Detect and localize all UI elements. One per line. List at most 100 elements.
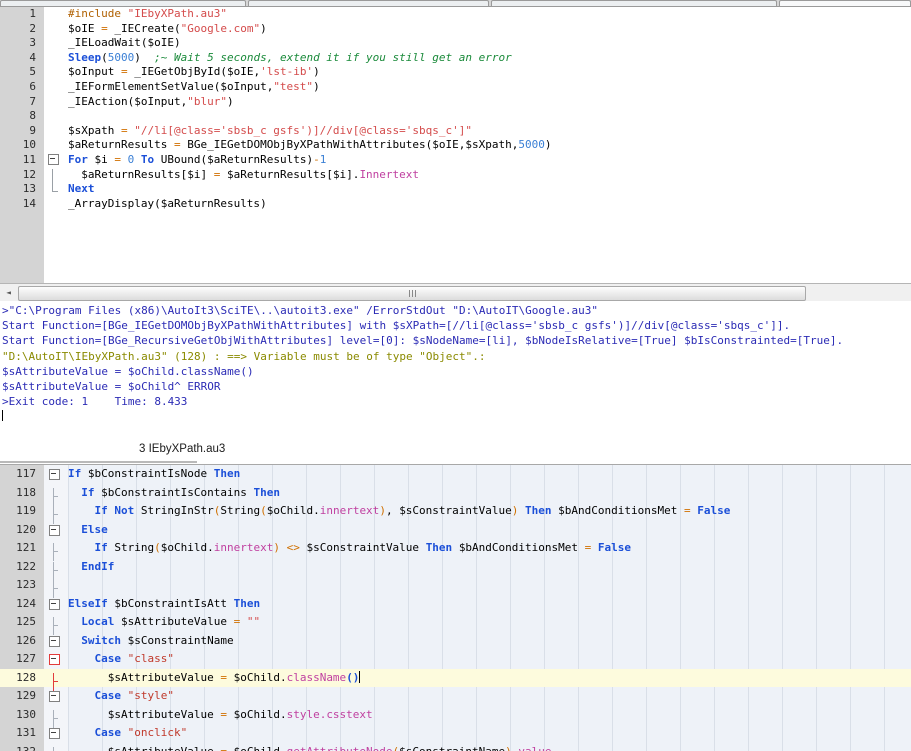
- line-number: 12: [0, 168, 36, 183]
- code-token: =: [114, 153, 127, 166]
- code-text: Sleep(5000) ;~ Wait 5 seconds, extend it…: [68, 51, 512, 66]
- fold-collapse-icon[interactable]: [48, 154, 59, 165]
- code-token: $oIE: [227, 65, 254, 78]
- code-line[interactable]: 127 Case "class": [0, 650, 911, 669]
- code-token: .: [207, 541, 214, 554]
- lower-pane-tab[interactable]: 3 IEbyXPath.au3: [139, 443, 225, 455]
- code-line[interactable]: 124ElseIf $bConstraintIsAtt Then: [0, 595, 911, 614]
- code-token: (): [346, 671, 359, 684]
- code-line[interactable]: 126 Switch $sConstraintName: [0, 632, 911, 651]
- code-line[interactable]: 4Sleep(5000) ;~ Wait 5 seconds, extend i…: [0, 51, 911, 66]
- horizontal-scrollbar[interactable]: ◄: [0, 283, 911, 301]
- code-token: $sConstraintName: [128, 634, 234, 647]
- fold-collapse-icon[interactable]: [49, 691, 60, 702]
- code-line[interactable]: 117If $bConstraintIsNode Then: [0, 465, 911, 484]
- editor-tab-4[interactable]: [779, 0, 911, 6]
- code-token: ElseIf: [68, 597, 114, 610]
- text-caret: [359, 671, 360, 683]
- code-line[interactable]: 6_IEFormElementSetValue($oInput,"test"): [0, 80, 911, 95]
- code-line[interactable]: 120 Else: [0, 521, 911, 540]
- fold-collapse-icon[interactable]: [49, 469, 60, 480]
- code-token: =: [585, 541, 598, 554]
- code-line[interactable]: 8: [0, 109, 911, 124]
- line-number: 7: [0, 95, 36, 110]
- code-line[interactable]: 121 If String($oChild.innertext) <> $sCo…: [0, 539, 911, 558]
- fold-collapse-icon[interactable]: [49, 636, 60, 647]
- code-line[interactable]: 130 $sAttributeValue = $oChild.style.css…: [0, 706, 911, 725]
- code-content-bottom[interactable]: 117If $bConstraintIsNode Then118 If $bCo…: [0, 465, 911, 751]
- code-line[interactable]: 7_IEAction($oInput,"blur"): [0, 95, 911, 110]
- code-line[interactable]: 125 Local $sAttributeValue = "": [0, 613, 911, 632]
- code-text: _IELoadWait($oIE): [68, 36, 181, 51]
- fold-collapse-icon[interactable]: [49, 728, 60, 739]
- code-token: ): [313, 65, 320, 78]
- code-token: $i: [333, 168, 346, 181]
- line-number: 119: [0, 502, 36, 521]
- code-token: [68, 726, 95, 739]
- code-line[interactable]: 1#include "IEbyXPath.au3": [0, 7, 911, 22]
- code-token: _IELoadWait: [68, 36, 141, 49]
- code-line[interactable]: 9$sXpath = "//li[@class='sbsb_c gsfs')]/…: [0, 124, 911, 139]
- code-text: $aReturnResults = BGe_IEGetDOMObjByXPath…: [68, 138, 552, 153]
- code-line[interactable]: 122 EndIf: [0, 558, 911, 577]
- code-line[interactable]: 13Next: [0, 182, 911, 197]
- code-token: EndIf: [81, 560, 114, 573]
- code-line[interactable]: 128 $sAttributeValue = $oChild.className…: [0, 669, 911, 688]
- code-line[interactable]: 11For $i = 0 To UBound($aReturnResults)-…: [0, 153, 911, 168]
- top-tab-strip[interactable]: [0, 0, 911, 7]
- code-line[interactable]: 131 Case "onclick": [0, 724, 911, 743]
- code-token: Then: [525, 504, 558, 517]
- editor-tab-3[interactable]: [491, 0, 777, 6]
- console-line: $sAttributeValue = $oChild.className(): [0, 364, 911, 379]
- code-text: EndIf: [68, 558, 114, 577]
- code-token: _IEGetObjById: [134, 65, 220, 78]
- code-token: "test": [273, 80, 313, 93]
- code-token: [68, 541, 95, 554]
- code-token: "//li[@class='sbsb_c gsfs')]//div[@class…: [134, 124, 472, 137]
- code-line[interactable]: 123: [0, 576, 911, 595]
- script-editor-top[interactable]: 1#include "IEbyXPath.au3"2$oIE = _IECrea…: [0, 7, 911, 283]
- code-token: UBound: [161, 153, 201, 166]
- scroll-left-arrow-icon[interactable]: ◄: [1, 285, 16, 300]
- line-number: 118: [0, 484, 36, 503]
- editor-tab-1[interactable]: [0, 0, 246, 6]
- code-token: =: [684, 504, 697, 517]
- code-token: _IEAction: [68, 95, 128, 108]
- editor-tab-2[interactable]: [248, 0, 489, 6]
- code-token: Case: [95, 726, 128, 739]
- line-number: 14: [0, 197, 36, 212]
- fold-collapse-icon[interactable]: [49, 525, 60, 536]
- code-line[interactable]: 2$oIE = _IECreate("Google.com"): [0, 22, 911, 37]
- code-line[interactable]: 119 If Not StringInStr(String($oChild.in…: [0, 502, 911, 521]
- lower-pane-tab-bar[interactable]: 3 IEbyXPath.au3: [0, 441, 911, 463]
- fold-collapse-icon[interactable]: [49, 654, 60, 665]
- code-token: Then: [253, 486, 280, 499]
- code-text: $oIE = _IECreate("Google.com"): [68, 22, 267, 37]
- script-editor-bottom[interactable]: 117If $bConstraintIsNode Then118 If $bCo…: [0, 464, 911, 751]
- code-line[interactable]: 118 If $bConstraintIsContains Then: [0, 484, 911, 503]
- code-token: [68, 689, 95, 702]
- code-text: #include "IEbyXPath.au3": [68, 7, 227, 22]
- code-token: $oChild: [161, 541, 207, 554]
- code-token: $oInput: [220, 80, 266, 93]
- code-text: _IEFormElementSetValue($oInput,"test"): [68, 80, 320, 95]
- fold-tick-icon: [49, 543, 60, 554]
- code-line[interactable]: 5$oInput = _IEGetObjById($oIE,'lst-ib'): [0, 65, 911, 80]
- code-line[interactable]: 12 $aReturnResults[$i] = $aReturnResults…: [0, 168, 911, 183]
- code-token: [68, 504, 95, 517]
- code-token: (: [174, 22, 181, 35]
- fold-collapse-icon[interactable]: [49, 599, 60, 610]
- scrollbar-thumb[interactable]: [18, 286, 806, 301]
- code-token: [68, 652, 95, 665]
- code-line[interactable]: 10$aReturnResults = BGe_IEGetDOMObjByXPa…: [0, 138, 911, 153]
- code-token: If: [81, 486, 101, 499]
- code-line[interactable]: 14_ArrayDisplay($aReturnResults): [0, 197, 911, 212]
- code-line[interactable]: 3_IELoadWait($oIE): [0, 36, 911, 51]
- code-token: _ArrayDisplay: [68, 197, 154, 210]
- code-token: $sXpath: [465, 138, 511, 151]
- fold-empty: [48, 8, 59, 19]
- code-line[interactable]: 129 Case "style": [0, 687, 911, 706]
- code-token: 1: [320, 153, 327, 166]
- code-content-top[interactable]: 1#include "IEbyXPath.au3"2$oIE = _IECrea…: [0, 7, 911, 211]
- output-console[interactable]: >"C:\Program Files (x86)\AutoIt3\SciTE\.…: [0, 301, 911, 443]
